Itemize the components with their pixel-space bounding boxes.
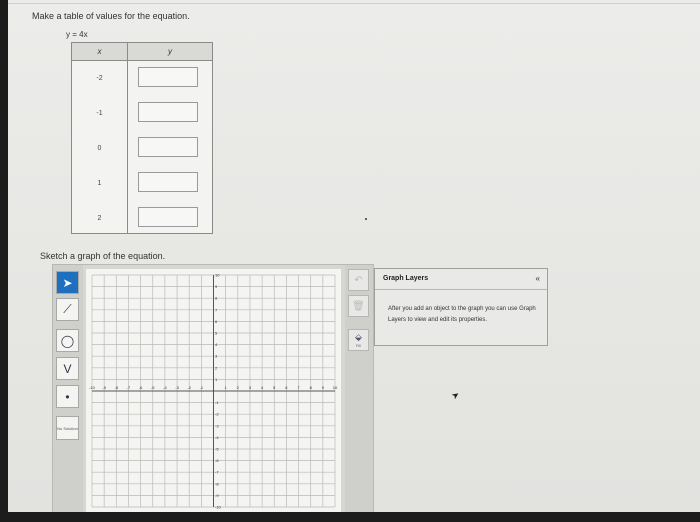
fill-icon: ⬙ [355,332,362,342]
no-solution-button[interactable]: No Solution [56,416,79,440]
y-input-row-3[interactable] [138,137,198,157]
graph-layers-title: Graph Layers [383,275,429,282]
x-tick-label: -3 [175,385,179,390]
arrow-pointer-icon[interactable]: ➤ [56,271,79,294]
x-tick-label: -1 [200,385,204,390]
column-divider [127,43,128,233]
top-divider [8,3,700,4]
problem-instruction: Make a table of values for the equation. [32,11,190,21]
equation-label: y = 4x [66,30,88,39]
x-value: 2 [97,215,102,222]
graph-layers-description: After you add an object to the graph you… [388,306,536,323]
x-tick-label: -4 [163,385,167,390]
undo-icon[interactable]: ↶ [348,269,369,291]
graphing-tool: ➤ ⟋ ◯ V • No Solution -10 -9 -8 -7 -6 -5 -4 -3 -… [52,264,374,512]
graph-toolbar: ➤ ⟋ ◯ V • No Solution [53,265,83,512]
mouse-cursor-icon: ➤ [449,388,462,402]
x-tick-label: 6 [285,385,288,390]
x-tick-label: -8 [115,385,119,390]
x-tick-label: 5 [273,385,276,390]
circle-tool-icon[interactable]: ◯ [56,329,79,352]
y-input-row-1[interactable] [138,67,198,87]
fill-button[interactable]: ⬙ Fill [348,329,369,351]
line-tool-icon[interactable]: ⟋ [56,298,79,321]
x-value: 1 [97,180,102,187]
collapse-icon[interactable]: « [536,274,540,283]
parabola-tool-icon[interactable]: V [56,357,79,380]
y-tick-label: -10 [215,505,222,510]
x-value: 0 [97,145,102,152]
x-tick-label: 2 [237,385,240,390]
y-tick-label: 10 [215,273,220,278]
x-value: -1 [96,110,103,117]
x-tick-label: -5 [151,385,155,390]
x-tick-label: 4 [261,385,264,390]
coordinate-grid[interactable]: -10 -9 -8 -7 -6 -5 -4 -3 -2 -1 1 2 3 4 5 6 7 8 9 10 10 9 8 7 6 5 4… [86,269,341,512]
graph-layers-header[interactable]: Graph Layers « [375,269,547,290]
point-tool-icon[interactable]: • [56,385,79,408]
x-tick-label: 7 [297,385,300,390]
sketch-instruction: Sketch a graph of the equation. [40,251,166,261]
x-value: -2 [96,75,103,82]
fill-label: Fill [355,343,362,348]
x-tick-label: 10 [333,385,338,390]
x-tick-label: 8 [310,385,313,390]
x-column-header: x [72,43,128,61]
stray-mark [365,218,367,220]
x-tick-label: -9 [102,385,106,390]
x-tick-label: -6 [139,385,143,390]
y-input-row-2[interactable] [138,102,198,122]
y-column-header: y [128,43,212,61]
x-tick-label: 3 [249,385,252,390]
values-table: x y -2 -1 0 1 2 [71,42,213,234]
x-tick-label: -7 [127,385,131,390]
screen: Make a table of values for the equation.… [8,0,700,512]
x-tick-label: -10 [89,385,96,390]
graph-sidebar: ↶ 🗑 ⬙ Fill [345,265,373,512]
delete-icon[interactable]: 🗑 [348,295,369,317]
grid-svg[interactable]: -10 -9 -8 -7 -6 -5 -4 -3 -2 -1 1 2 3 4 5 6 7 8 9 1010987654… [86,269,341,512]
graph-layers-panel: Graph Layers « After you add an object t… [374,268,548,346]
x-tick-label: -2 [187,385,191,390]
y-input-row-5[interactable] [138,207,198,227]
x-tick-label: 1 [225,385,228,390]
y-input-row-4[interactable] [138,172,198,192]
x-tick-label: 9 [322,385,325,390]
